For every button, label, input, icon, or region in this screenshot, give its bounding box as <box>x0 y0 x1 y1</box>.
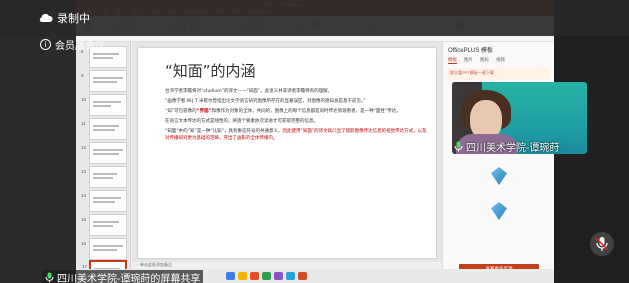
slide-text: “知面”中的“知”是一种“认知”，具有象征符号的共通意义。 <box>165 129 283 134</box>
pane-tab[interactable]: 视频 <box>496 57 505 64</box>
meeting-header: 录制中 <box>0 0 629 36</box>
slide-thumbnail-active[interactable]: 17 <box>82 260 127 269</box>
slide-number: 9 <box>81 73 84 78</box>
slide-number: 12 <box>81 145 87 150</box>
slide-paragraph: 台湾学者李瞻将对“studium”的译文——“知面”，此语义并非译者李瞻特有的理… <box>165 89 333 94</box>
notes-bar[interactable]: 单击此处添加备注 <box>132 262 442 269</box>
current-slide[interactable]: “知面”的内涵 台湾学者李瞻将对“studium”的译文——“知面”，此语义并非… <box>138 48 436 258</box>
gem-icon <box>491 202 507 220</box>
participant-nameplate: 四川美术学院-谭琬莳 <box>454 139 559 154</box>
slide-thumbnail[interactable]: 15 <box>81 214 127 236</box>
mute-button[interactable] <box>590 232 614 256</box>
slide-thumbnail[interactable]: 10 <box>81 94 127 116</box>
microphone-icon <box>45 272 54 283</box>
pane-tab[interactable]: 图标 <box>480 57 489 64</box>
slide-editor: “知面”的内涵 台湾学者李瞻将对“studium”的译文——“知面”，此语义并非… <box>132 42 442 262</box>
slide-number: 14 <box>81 193 87 198</box>
slide-thumbnails: 8 9 10 11 12 13 14 15 16 17 <box>76 42 131 269</box>
slide-number: 11 <box>81 121 86 126</box>
recording-label: 录制中 <box>57 13 90 25</box>
meeting-info[interactable]: i 会员版会议 <box>40 37 105 52</box>
info-icon: i <box>40 39 51 50</box>
pane-tab[interactable]: 图片 <box>464 57 473 64</box>
slide-number: 13 <box>81 169 87 174</box>
slide-thumbnail[interactable]: 16 <box>81 238 127 260</box>
recording-indicator[interactable]: 录制中 <box>38 10 90 26</box>
slide-number: 10 <box>81 97 87 102</box>
pane-title: OfficePLUS 模板 <box>448 48 493 54</box>
slide-text: “知”可包容像的 <box>165 109 197 114</box>
pane-tabs: 模板 图片 图标 视频 <box>443 57 554 64</box>
slide-thumbnail[interactable]: 14 <box>81 190 127 212</box>
microphone-icon <box>454 141 463 152</box>
slide-paragraph: “画像学者 W.J.T 米歇尔曾指出论文学语言研究图像所存在的显著误区，对图像的… <box>165 99 366 104</box>
screen-share-bar: 四川美术学院-谭琬莳的屏幕共享 <box>0 270 629 283</box>
slide-highlight: “界面” <box>196 109 212 114</box>
slide-thumbnail[interactable]: 13 <box>81 166 127 188</box>
gem-icon <box>491 167 507 185</box>
share-label: 四川美术学院-谭琬莳的屏幕共享 <box>42 270 204 283</box>
membership-label: 会员版会议 <box>55 41 105 52</box>
pane-notice[interactable]: 超丰富PPT模板一键下载 <box>448 68 549 80</box>
mic-off-icon <box>595 237 609 251</box>
slide-number: 16 <box>81 241 87 246</box>
slide-text: 和像作为对象的全体。共同的，图像上的每个信息都是同时传达到观看者，是一种“面性”… <box>211 109 401 114</box>
slide-paragraph: 在语言文本传达的方式是线性的，将逐个要素依次读进才可获取完整的信息。 <box>165 119 318 124</box>
slide-paragraph: “知面”中的“知”是一种“认知”，具有象征符号的共通意义。因此使用“知面”的译文… <box>165 128 427 142</box>
pane-tab[interactable]: 模板 <box>448 57 457 64</box>
slide-number: 15 <box>81 217 87 222</box>
officeplus-pane: OfficePLUS 模板 模板 图片 图标 视频 超丰富PPT模板一键下载 查… <box>442 42 554 273</box>
slide-paragraph: “知”可包容像的“界面”和像作为对象的全体。共同的，图像上的每个信息都是同时传达… <box>165 108 427 115</box>
slide-thumbnail[interactable]: 9 <box>81 70 127 92</box>
participant-name: 四川美术学院-谭琬莳 <box>466 143 560 154</box>
slide-body: 台湾学者李瞻将对“studium”的译文——“知面”，此语义并非译者李瞻特有的理… <box>165 88 427 145</box>
share-label-text: 四川美术学院-谭琬莳的屏幕共享 <box>57 274 201 283</box>
slide-title: “知面”的内涵 <box>165 62 256 80</box>
slide-thumbnail[interactable]: 12 <box>81 142 127 164</box>
cloud-icon <box>39 13 53 22</box>
participant-video[interactable]: 四川美术学院-谭琬莳 <box>452 82 587 154</box>
slide-thumbnail[interactable]: 11 <box>81 118 127 140</box>
